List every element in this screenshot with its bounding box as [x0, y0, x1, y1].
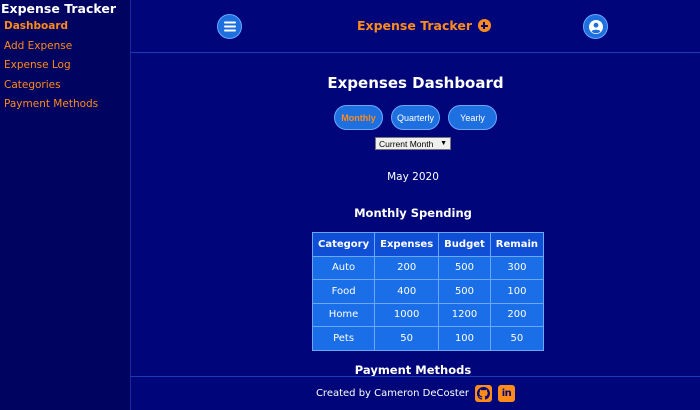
plus-circle-icon[interactable]: [477, 19, 491, 32]
hamburger-icon: [223, 21, 236, 32]
spending-title: Monthly Spending: [354, 206, 472, 220]
table-row: Food 400 500 100: [311, 279, 545, 304]
column-header-remain: Remain: [489, 232, 545, 257]
table-cell: 400: [374, 279, 440, 304]
select-arrow-icon: ▼: [440, 140, 447, 147]
footer-credit: Created by Cameron DeCoster: [315, 388, 470, 399]
table-cell: Pets: [311, 326, 376, 351]
sidebar-item-payment-methods[interactable]: Payment Methods: [0, 95, 130, 115]
sidebar-item-add-expense[interactable]: Add Expense: [0, 37, 130, 57]
table-cell: 1000: [374, 302, 440, 327]
table-cell: Auto: [311, 255, 376, 280]
user-button[interactable]: [583, 14, 608, 39]
tab-monthly[interactable]: Monthly: [334, 105, 383, 130]
column-header-category: Category: [311, 232, 376, 257]
sidebar: Expense Tracker Dashboard Add Expense Ex…: [0, 0, 131, 410]
sidebar-nav: Dashboard Add Expense Expense Log Catego…: [0, 17, 130, 115]
table-cell: 200: [489, 302, 545, 327]
menu-button[interactable]: [217, 14, 242, 39]
sidebar-item-expense-log[interactable]: Expense Log: [0, 56, 130, 76]
column-header-budget: Budget: [438, 232, 491, 257]
linkedin-icon[interactable]: in: [498, 385, 516, 402]
table-cell: 1200: [438, 302, 491, 327]
topbar: Expense Tracker: [131, 0, 700, 53]
table-cell: 300: [489, 255, 545, 280]
table-row: Auto 200 500 300: [311, 255, 545, 280]
tab-yearly[interactable]: Yearly: [448, 105, 497, 130]
table-cell: Home: [311, 302, 376, 327]
payment-methods-title: Payment Methods: [354, 363, 472, 377]
table-row: Home 1000 1200 200: [311, 302, 545, 327]
app-title: Expense Tracker: [357, 18, 472, 33]
period-select-value: Current Month: [379, 138, 434, 149]
user-circle-icon: [588, 19, 603, 34]
table-cell: 100: [438, 326, 491, 351]
footer: Created by Cameron DeCoster in: [131, 376, 700, 410]
sidebar-item-dashboard[interactable]: Dashboard: [0, 17, 130, 37]
period-tabs: Monthly Quarterly Yearly: [131, 105, 700, 130]
sidebar-brand: Expense Tracker: [1, 1, 116, 16]
column-header-expenses: Expenses: [374, 232, 440, 257]
table-row: Pets 50 100 50: [311, 326, 545, 351]
linkedin-icon-text: in: [501, 388, 512, 399]
table-cell: Food: [311, 279, 376, 304]
table-cell: 50: [374, 326, 440, 351]
date-label: May 2020: [387, 171, 439, 183]
table-cell: 50: [489, 326, 545, 351]
spending-table: Category Expenses Budget Remain Auto 200…: [311, 232, 545, 351]
table-cell: 200: [374, 255, 440, 280]
table-cell: 500: [438, 255, 491, 280]
page-title: Expenses Dashboard: [327, 74, 504, 92]
main-content: Expense Tracker Expenses Dashboard Month…: [131, 0, 700, 410]
period-select[interactable]: Current Month ▼: [375, 137, 451, 150]
topbar-title-link[interactable]: Expense Tracker: [357, 18, 491, 33]
table-cell: 500: [438, 279, 491, 304]
github-icon[interactable]: [475, 385, 493, 402]
table-header-row: Category Expenses Budget Remain: [311, 232, 545, 257]
sidebar-item-categories[interactable]: Categories: [0, 76, 130, 96]
table-cell: 100: [489, 279, 545, 304]
tab-quarterly[interactable]: Quarterly: [391, 105, 440, 130]
github-icon-glyph: [477, 387, 491, 400]
